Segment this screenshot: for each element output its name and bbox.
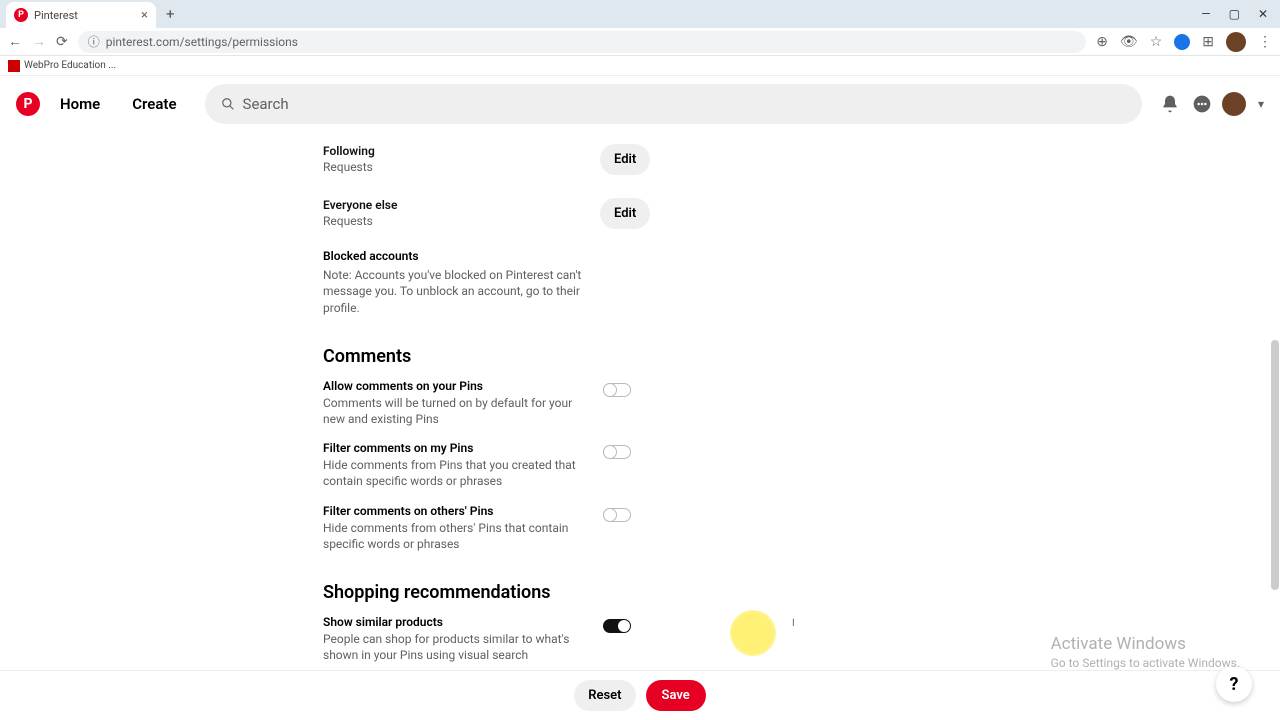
url-text: pinterest.com/settings/permissions — [106, 35, 298, 49]
filter-others-desc: Hide comments from others' Pins that con… — [323, 520, 593, 552]
site-info-icon[interactable]: ⓘ — [88, 33, 100, 50]
following-edit-button[interactable]: Edit — [600, 144, 650, 175]
everyone-title: Everyone else — [323, 198, 588, 212]
browser-toolbar: ← → ⟳ ⓘ pinterest.com/settings/permissio… — [0, 28, 1280, 56]
extension-icon[interactable] — [1174, 34, 1190, 50]
filter-others-toggle[interactable] — [603, 508, 631, 522]
allow-comments-toggle[interactable] — [603, 383, 631, 397]
close-window-button[interactable]: ✕ — [1258, 7, 1268, 21]
following-desc: Requests — [323, 160, 588, 176]
filter-mine-toggle[interactable] — [603, 445, 631, 459]
settings-content: Following Requests Edit Everyone else Re… — [0, 132, 1280, 672]
similar-products-toggle[interactable] — [603, 619, 631, 633]
pinterest-logo[interactable]: P — [16, 92, 40, 116]
browser-tab[interactable]: P Pinterest × — [6, 2, 156, 28]
save-button[interactable]: Save — [646, 680, 706, 711]
forward-button[interactable]: → — [32, 33, 46, 50]
account-chevron-icon[interactable]: ▾ — [1258, 97, 1264, 111]
activate-desc: Go to Settings to activate Windows. — [1051, 656, 1240, 670]
window-controls: — ▢ ✕ — [1201, 7, 1280, 21]
extensions-puzzle-icon[interactable]: ⊞ — [1202, 34, 1214, 50]
back-button[interactable]: ← — [8, 33, 22, 50]
pinterest-header: P Home Create Search ▾ — [0, 76, 1280, 132]
following-title: Following — [323, 144, 588, 158]
help-button[interactable]: ? — [1216, 666, 1252, 702]
allow-comments-title: Allow comments on your Pins — [323, 379, 593, 393]
shopping-heading: Shopping recommendations — [323, 582, 1280, 603]
blocked-title: Blocked accounts — [323, 249, 1280, 263]
similar-products-title: Show similar products — [323, 615, 593, 629]
filter-mine-desc: Hide comments from Pins that you created… — [323, 457, 593, 489]
blocked-desc: Note: Accounts you've blocked on Pintere… — [323, 267, 613, 316]
everyone-desc: Requests — [323, 214, 588, 230]
settings-footer: Reset Save — [0, 670, 1280, 720]
cursor-icon: I — [792, 618, 795, 629]
notifications-icon[interactable] — [1158, 92, 1182, 116]
eye-off-icon[interactable]: 👁 — [1120, 34, 1138, 50]
search-bar[interactable]: Search — [205, 84, 1142, 124]
account-avatar[interactable] — [1222, 92, 1246, 116]
browser-tab-strip: P Pinterest × + — ▢ ✕ — [0, 0, 1280, 28]
browser-menu-icon[interactable]: ⋮ — [1258, 34, 1272, 50]
filter-others-title: Filter comments on others' Pins — [323, 504, 593, 518]
similar-products-desc: People can shop for products similar to … — [323, 631, 593, 663]
profile-avatar-browser[interactable] — [1226, 32, 1246, 52]
bookmark-item[interactable]: WebPro Education ... — [24, 60, 116, 71]
nav-create[interactable]: Create — [120, 95, 188, 113]
pinterest-favicon: P — [14, 8, 28, 22]
scrollbar-thumb[interactable] — [1271, 340, 1279, 590]
filter-mine-title: Filter comments on my Pins — [323, 441, 593, 455]
activate-windows-watermark: Activate Windows Go to Settings to activ… — [1051, 634, 1240, 670]
search-icon — [221, 97, 235, 111]
everyone-edit-button[interactable]: Edit — [600, 198, 650, 229]
install-app-icon[interactable]: ⊕ — [1096, 34, 1108, 50]
tab-title: Pinterest — [34, 9, 78, 22]
click-highlight — [730, 610, 776, 656]
bookmark-favicon — [8, 60, 20, 72]
reload-button[interactable]: ⟳ — [56, 34, 68, 50]
activate-title: Activate Windows — [1051, 634, 1240, 654]
comments-heading: Comments — [323, 346, 1280, 367]
messages-icon[interactable] — [1190, 92, 1214, 116]
bookmark-star-icon[interactable]: ☆ — [1150, 34, 1163, 50]
new-tab-button[interactable]: + — [166, 5, 175, 23]
reset-button[interactable]: Reset — [574, 680, 635, 711]
minimize-button[interactable]: — — [1201, 7, 1210, 21]
search-placeholder: Search — [243, 95, 289, 113]
url-bar[interactable]: ⓘ pinterest.com/settings/permissions — [78, 31, 1086, 53]
bookmarks-bar: WebPro Education ... — [0, 56, 1280, 76]
scrollbar[interactable] — [1270, 130, 1280, 670]
maximize-button[interactable]: ▢ — [1229, 7, 1240, 21]
allow-comments-desc: Comments will be turned on by default fo… — [323, 395, 593, 427]
close-tab-icon[interactable]: × — [141, 8, 148, 23]
nav-home[interactable]: Home — [48, 95, 112, 113]
